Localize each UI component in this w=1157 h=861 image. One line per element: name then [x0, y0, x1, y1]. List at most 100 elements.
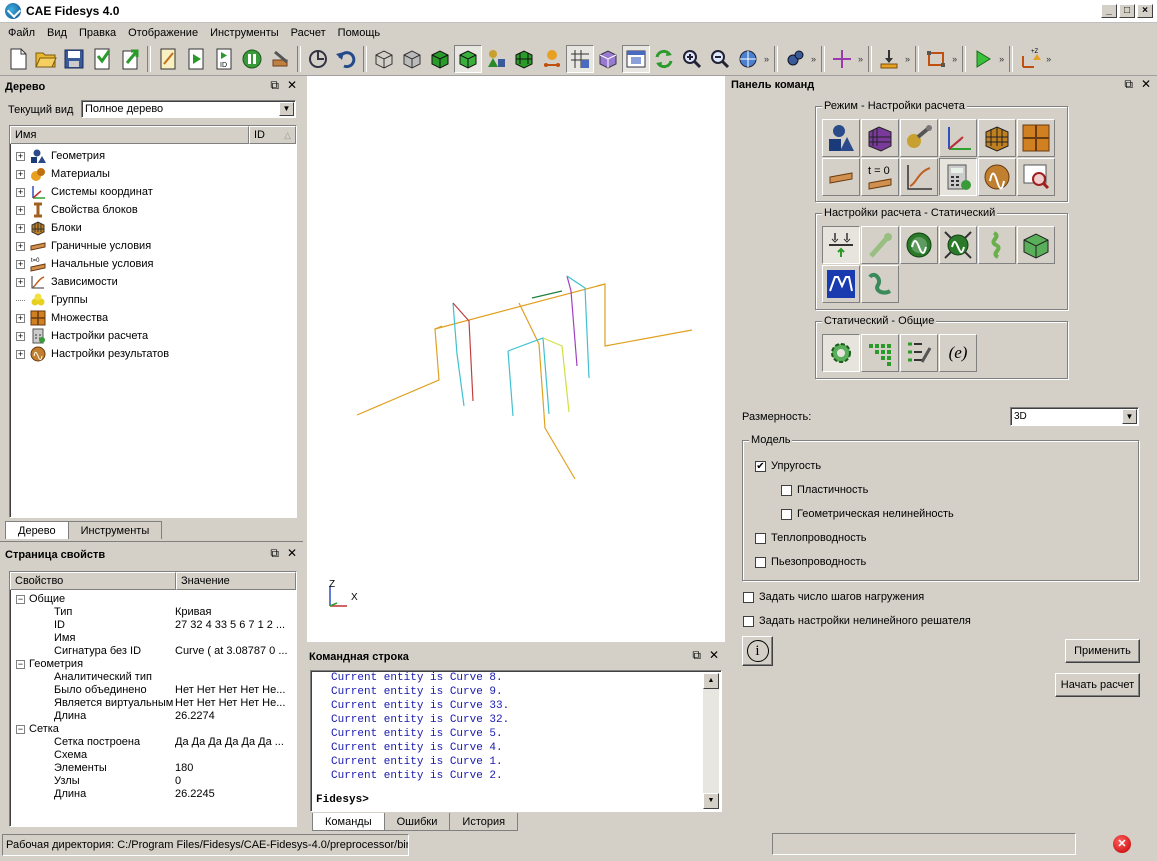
load-down-arrow-icon[interactable] — [875, 45, 903, 73]
fatigue-analysis-button[interactable] — [861, 265, 899, 303]
open-folder-icon[interactable] — [32, 45, 60, 73]
expand-icon[interactable]: + — [16, 241, 25, 251]
mode-sets-button[interactable] — [1017, 119, 1055, 157]
scroll-down-arrow-icon[interactable]: ▼ — [703, 793, 719, 809]
property-group-row[interactable]: − Сетка — [10, 723, 296, 736]
float-panel-icon[interactable]: ⧉ — [692, 648, 701, 663]
property-row[interactable]: Длина 26.2274 — [10, 710, 296, 723]
mode-coordinates-button[interactable] — [939, 119, 977, 157]
new-file-icon[interactable] — [4, 45, 32, 73]
run-id-icon[interactable]: ID — [210, 45, 238, 73]
heat-checkbox[interactable] — [755, 532, 766, 544]
piezo-checkbox-row[interactable]: Пьезопроводность — [755, 556, 866, 568]
dynamic-analysis-button[interactable] — [978, 226, 1016, 264]
load-steps-checkbox[interactable] — [743, 591, 754, 603]
geom-nonlinear-checkbox[interactable] — [781, 508, 792, 520]
expand-icon[interactable]: + — [16, 331, 25, 341]
output-settings-button[interactable] — [900, 334, 938, 372]
toolbar-overflow-icon[interactable]: » — [999, 54, 1004, 64]
start-solve-icon[interactable] — [969, 45, 997, 73]
mode-mesh-button[interactable] — [861, 119, 899, 157]
menu-display[interactable]: Отображение — [122, 27, 204, 39]
property-row[interactable]: Является виртуальным Нет Нет Нет Нет Не..… — [10, 697, 296, 710]
expand-icon[interactable]: + — [16, 205, 25, 215]
property-group-row[interactable]: − Общие — [10, 593, 296, 606]
run-script-icon[interactable] — [182, 45, 210, 73]
solid-cube-icon[interactable] — [426, 45, 454, 73]
property-row[interactable]: Длина 26.2245 — [10, 788, 296, 801]
hidden-line-cube-icon[interactable] — [398, 45, 426, 73]
import-icon[interactable] — [88, 45, 116, 73]
property-row[interactable]: Было объединено Нет Нет Нет Нет Не... — [10, 684, 296, 697]
dimension-select[interactable]: 3D ▼ — [1010, 407, 1139, 426]
close-panel-icon[interactable]: ✕ — [287, 78, 297, 93]
tree-item[interactable]: + Материалы — [10, 165, 296, 183]
elasticity-checkbox-row[interactable]: ✔ Упругость — [755, 460, 821, 472]
properties-column-value[interactable]: Значение — [176, 572, 296, 590]
tree-column-id[interactable]: ID △ — [249, 126, 296, 144]
mode-dependencies-button[interactable] — [900, 158, 938, 196]
modal-analysis-button[interactable] — [900, 226, 938, 264]
heat-checkbox-row[interactable]: Теплопроводность — [755, 532, 867, 544]
info-button[interactable]: i — [742, 636, 773, 666]
toolbar-overflow-icon[interactable]: » — [811, 54, 816, 64]
scrollbar-vertical[interactable]: ▲ ▼ — [703, 673, 719, 809]
toolbar-overflow-icon[interactable]: » — [1046, 54, 1051, 64]
mode-postprocessing-button[interactable] — [1017, 158, 1055, 196]
zoom-fit-icon[interactable] — [734, 45, 762, 73]
scroll-up-arrow-icon[interactable]: ▲ — [703, 673, 719, 689]
save-icon[interactable] — [60, 45, 88, 73]
grid-toggle-icon[interactable] — [566, 44, 594, 73]
collapse-icon[interactable]: − — [16, 659, 25, 669]
menu-help[interactable]: Помощь — [332, 27, 387, 39]
property-row[interactable]: Тип Кривая — [10, 606, 296, 619]
float-panel-icon[interactable]: ⧉ — [270, 546, 279, 561]
expand-icon[interactable]: + — [16, 349, 25, 359]
mode-geometry-button[interactable] — [822, 119, 860, 157]
toolbar-overflow-icon[interactable]: » — [905, 54, 910, 64]
float-panel-icon[interactable]: ⧉ — [270, 78, 279, 93]
expand-icon[interactable]: + — [16, 169, 25, 179]
general-settings-button[interactable] — [822, 334, 860, 372]
geom-nonlinear-checkbox-row[interactable]: Геометрическая нелинейность — [781, 508, 954, 520]
thermal-analysis-button[interactable] — [861, 226, 899, 264]
menu-analysis[interactable]: Расчет — [285, 27, 332, 39]
harmonic-analysis-button[interactable] — [939, 226, 977, 264]
apply-button[interactable]: Применить — [1065, 639, 1140, 663]
property-row[interactable]: Элементы 180 — [10, 762, 296, 775]
mode-material-button[interactable] — [900, 119, 938, 157]
float-panel-icon[interactable]: ⧉ — [1124, 77, 1133, 92]
tree-item[interactable]: + Блоки — [10, 219, 296, 237]
stop-icon[interactable]: ✕ — [1113, 835, 1131, 853]
load-steps-checkbox-row[interactable]: Задать число шагов нагружения — [743, 591, 924, 603]
wireframe-cube-icon[interactable] — [370, 45, 398, 73]
viewport-3d[interactable]: Z X — [307, 76, 725, 642]
zoom-in-icon[interactable] — [678, 45, 706, 73]
start-analysis-button[interactable]: Начать расчет — [1055, 673, 1140, 697]
script-edit-icon[interactable] — [154, 45, 182, 73]
solver-settings-button[interactable] — [861, 334, 899, 372]
property-row[interactable]: Аналитический тип — [10, 671, 296, 684]
menu-file[interactable]: Файл — [2, 27, 41, 39]
property-row[interactable]: Сетка построена Да Да Да Да Да Да ... — [10, 736, 296, 749]
close-panel-icon[interactable]: ✕ — [287, 546, 297, 561]
model-geometry[interactable] — [307, 76, 725, 642]
property-group-row[interactable]: − Геометрия — [10, 658, 296, 671]
tree-column-name[interactable]: Имя — [10, 126, 249, 144]
toolbar-overflow-icon[interactable]: » — [952, 54, 957, 64]
expand-icon[interactable]: + — [16, 277, 25, 287]
property-row[interactable]: Имя — [10, 632, 296, 645]
undo-icon[interactable] — [332, 45, 360, 73]
mode-results-settings-button[interactable] — [978, 158, 1016, 196]
nonlinear-solver-checkbox-row[interactable]: Задать настройки нелинейного решателя — [743, 615, 971, 627]
tab-errors[interactable]: Ошибки — [383, 813, 451, 831]
tree-item[interactable]: Группы — [10, 291, 296, 309]
property-row[interactable]: Сигнатура без ID Curve ( at 3.08787 0 ... — [10, 645, 296, 658]
view-reset-icon[interactable] — [304, 45, 332, 73]
mode-initial-conditions-button[interactable]: t = 0 — [861, 158, 899, 196]
transparent-cube-icon[interactable] — [594, 45, 622, 73]
window-view-icon[interactable] — [622, 44, 650, 73]
properties-column-property[interactable]: Свойство — [10, 572, 176, 590]
tab-tools[interactable]: Инструменты — [67, 521, 163, 539]
property-row[interactable]: Узлы 0 — [10, 775, 296, 788]
